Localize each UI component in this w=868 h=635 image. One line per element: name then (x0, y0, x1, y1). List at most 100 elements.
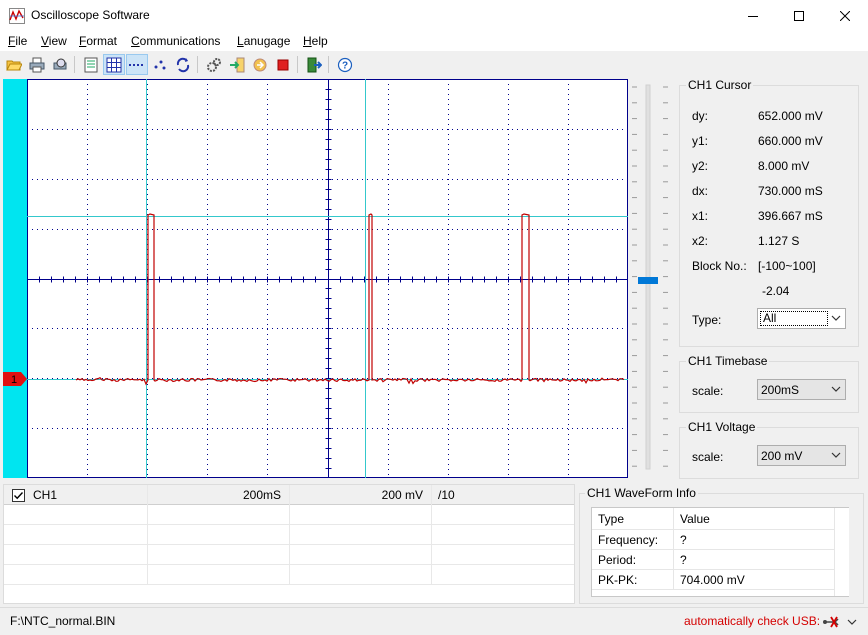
scatter-points-icon (154, 60, 166, 69)
usb-disconnected-icon[interactable] (822, 614, 840, 630)
import-button[interactable] (226, 54, 248, 75)
stop-icon (277, 59, 289, 70)
block-label: Block No.: (692, 259, 747, 273)
ch1-waveform-trace (75, 213, 625, 386)
header-type: Type (592, 508, 674, 530)
x1-label: x1: (692, 209, 709, 223)
x2-label: x2: (692, 234, 709, 248)
slider-track-svg (632, 84, 668, 470)
print-preview-icon (53, 58, 67, 69)
menu-communications-mnemonic: C (131, 34, 140, 48)
menu-view-label: iew (48, 34, 67, 48)
channel-level-bar[interactable]: 1 (3, 79, 27, 478)
empty-cell (148, 545, 290, 565)
toolbar-separator (297, 56, 298, 73)
table-row: Frequency: ? (592, 530, 834, 550)
channel-probe: /10 (438, 488, 455, 502)
menu-format[interactable]: Format (79, 34, 117, 48)
voltage-scale-select[interactable]: 200 mV (757, 445, 846, 466)
cursor-type-select[interactable]: All (757, 308, 846, 329)
toolbar-separator (74, 56, 75, 73)
menu-file[interactable]: File (8, 34, 27, 48)
chevron-down-icon (831, 452, 841, 458)
empty-cell (290, 545, 432, 565)
offset-slider[interactable] (630, 79, 676, 479)
scope-grid-svg (27, 79, 629, 479)
settings-button[interactable] (203, 54, 225, 75)
folder-open-icon (6, 60, 22, 70)
points-button[interactable] (149, 54, 171, 75)
minimize-icon (748, 15, 758, 17)
maximize-button[interactable] (776, 0, 822, 31)
scope-canvas[interactable] (27, 79, 629, 479)
empty-cell (4, 565, 148, 585)
menu-help-mnemonic: H (303, 34, 312, 48)
timebase-scale-value: 200mS (761, 383, 800, 397)
import-icon (230, 57, 245, 72)
convert-icon (253, 58, 267, 71)
block-number[interactable]: -2.04 (762, 284, 789, 298)
open-button[interactable] (3, 54, 25, 75)
window-title: Oscilloscope Software (31, 8, 150, 22)
chevron-down-icon (831, 386, 841, 392)
pkpk-label: PK-PK: (592, 570, 674, 590)
chevron-down-icon[interactable] (847, 617, 857, 627)
empty-cell (148, 525, 290, 545)
exit-button[interactable] (303, 54, 325, 75)
dy-label: dy: (692, 109, 709, 123)
convert-button[interactable] (249, 54, 271, 75)
dy-value: 652.000 mV (758, 109, 823, 123)
y1-value: 660.000 mV (758, 134, 823, 148)
close-button[interactable] (822, 0, 868, 31)
header-value: Value (680, 512, 710, 526)
info-table-scrollbar[interactable] (834, 508, 849, 596)
help-icon: ? (337, 57, 353, 72)
menu-help[interactable]: Help (303, 34, 328, 48)
channel-cell[interactable]: CH1 (4, 485, 148, 505)
timebase-group-title: CH1 Timebase (686, 354, 770, 368)
close-icon (840, 10, 850, 21)
waveform-info-table[interactable]: Type Value Frequency: ? Period: ? PK-PK:… (591, 507, 849, 597)
checkbox-checked-icon[interactable] (12, 489, 25, 502)
x2-value: 1.127 S (758, 234, 800, 248)
dotted-line-toggle-button[interactable] (126, 54, 148, 75)
minimize-button[interactable] (730, 0, 776, 31)
channel-voltage: 200 mV (290, 485, 432, 505)
channel-marker[interactable]: 1 (3, 79, 27, 478)
grid-toggle-button[interactable] (103, 54, 125, 75)
empty-cell (290, 525, 432, 545)
stop-button[interactable] (272, 54, 294, 75)
list-view-button[interactable] (80, 54, 102, 75)
menu-view[interactable]: View (41, 34, 67, 48)
refresh-button[interactable] (172, 54, 194, 75)
table-row: PK-PK: 704.000 mV (592, 570, 834, 590)
voltage-scale-label: scale: (692, 450, 724, 464)
waveform-info-title: CH1 WaveForm Info (585, 486, 698, 500)
table-row (4, 525, 574, 545)
slider-thumb[interactable] (638, 277, 658, 284)
svg-text:?: ? (342, 60, 348, 71)
block-range: [-100~100] (758, 259, 816, 273)
oscilloscope-display[interactable]: 1 (3, 79, 629, 479)
empty-cell (290, 565, 432, 585)
x1-value: 396.667 mS (758, 209, 823, 223)
channel-timebase: 200mS (148, 485, 290, 505)
menu-communications[interactable]: Communications (131, 34, 220, 48)
chevron-down-icon (831, 315, 841, 321)
print-preview-button[interactable] (49, 54, 71, 75)
timebase-scale-select[interactable]: 200mS (757, 379, 846, 400)
channel-table[interactable]: CH1 200mS 200 mV /10 (3, 484, 575, 604)
y2-value: 8.000 mV (758, 159, 810, 173)
voltage-group-title: CH1 Voltage (686, 420, 758, 434)
help-button[interactable]: ? (334, 54, 356, 75)
usb-status-text: automatically check USB: (684, 614, 821, 628)
dx-label: dx: (692, 184, 709, 198)
menu-communications-label: ommunications (139, 34, 221, 48)
empty-cell (148, 505, 290, 525)
toolbar-separator (197, 56, 198, 73)
table-row (4, 545, 574, 565)
menu-language-label: anugage (243, 34, 291, 48)
print-button[interactable] (26, 54, 48, 75)
table-row[interactable]: CH1 200mS 200 mV /10 (4, 485, 574, 505)
menu-language[interactable]: Lanugage (237, 34, 290, 48)
